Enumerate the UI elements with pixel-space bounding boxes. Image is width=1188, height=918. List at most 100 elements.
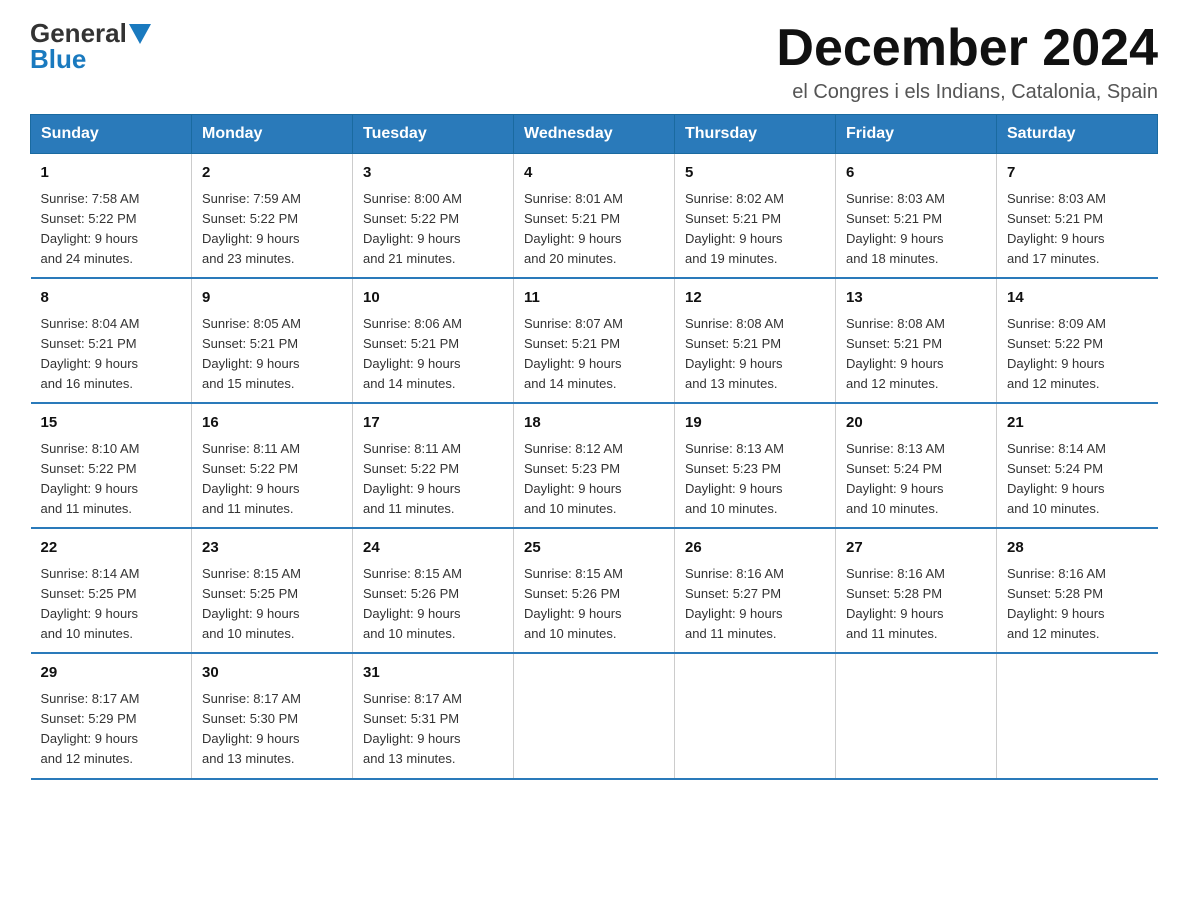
- day-info: Sunrise: 8:03 AMSunset: 5:21 PMDaylight:…: [1007, 189, 1148, 270]
- day-cell: 22 Sunrise: 8:14 AMSunset: 5:25 PMDayligh…: [31, 528, 192, 653]
- day-number: 4: [524, 162, 664, 185]
- day-cell: 14 Sunrise: 8:09 AMSunset: 5:22 PMDayligh…: [997, 278, 1158, 403]
- day-number: 8: [41, 287, 182, 310]
- day-number: 31: [363, 662, 503, 685]
- day-number: 28: [1007, 537, 1148, 560]
- day-info: Sunrise: 8:05 AMSunset: 5:21 PMDaylight:…: [202, 314, 342, 395]
- week-row-5: 29 Sunrise: 8:17 AMSunset: 5:29 PMDayligh…: [31, 653, 1158, 778]
- day-cell: 9Sunrise: 8:05 AMSunset: 5:21 PMDaylight…: [192, 278, 353, 403]
- day-cell: 31 Sunrise: 8:17 AMSunset: 5:31 PMDayligh…: [353, 653, 514, 778]
- month-title: December 2024: [776, 20, 1158, 77]
- day-number: 30: [202, 662, 342, 685]
- day-number: 14: [1007, 287, 1148, 310]
- day-cell: 15Sunrise: 8:10 AMSunset: 5:22 PMDayligh…: [31, 403, 192, 528]
- day-cell: 19Sunrise: 8:13 AMSunset: 5:23 PMDayligh…: [675, 403, 836, 528]
- calendar-table: SundayMondayTuesdayWednesdayThursdayFrid…: [30, 114, 1158, 779]
- day-cell: 3 Sunrise: 8:00 AMSunset: 5:22 PMDaylight…: [353, 154, 514, 279]
- day-cell: [514, 653, 675, 778]
- day-number: 16: [202, 412, 342, 435]
- day-number: 21: [1007, 412, 1148, 435]
- day-info: Sunrise: 8:11 AMSunset: 5:22 PMDaylight:…: [363, 439, 503, 520]
- day-number: 5: [685, 162, 825, 185]
- day-cell: [836, 653, 997, 778]
- day-cell: 11 Sunrise: 8:07 AMSunset: 5:21 PMDayligh…: [514, 278, 675, 403]
- day-info: Sunrise: 8:16 AMSunset: 5:28 PMDaylight:…: [1007, 564, 1148, 645]
- header-row: SundayMondayTuesdayWednesdayThursdayFrid…: [31, 115, 1158, 154]
- day-cell: 12Sunrise: 8:08 AMSunset: 5:21 PMDayligh…: [675, 278, 836, 403]
- day-cell: 8Sunrise: 8:04 AMSunset: 5:21 PMDaylight…: [31, 278, 192, 403]
- day-cell: 7 Sunrise: 8:03 AMSunset: 5:21 PMDaylight…: [997, 154, 1158, 279]
- day-cell: 1 Sunrise: 7:58 AMSunset: 5:22 PMDaylight…: [31, 154, 192, 279]
- logo: General Blue: [30, 20, 151, 72]
- day-info: Sunrise: 8:01 AMSunset: 5:21 PMDaylight:…: [524, 189, 664, 270]
- day-number: 2: [202, 162, 342, 185]
- day-info: Sunrise: 8:02 AMSunset: 5:21 PMDaylight:…: [685, 189, 825, 270]
- day-cell: 2 Sunrise: 7:59 AMSunset: 5:22 PMDaylight…: [192, 154, 353, 279]
- day-cell: 4 Sunrise: 8:01 AMSunset: 5:21 PMDaylight…: [514, 154, 675, 279]
- logo-blue-text: Blue: [30, 46, 86, 72]
- day-info: Sunrise: 8:14 AMSunset: 5:24 PMDaylight:…: [1007, 439, 1148, 520]
- day-number: 15: [41, 412, 182, 435]
- day-info: Sunrise: 8:15 AMSunset: 5:26 PMDaylight:…: [363, 564, 503, 645]
- header-cell-wednesday: Wednesday: [514, 115, 675, 154]
- week-row-2: 8Sunrise: 8:04 AMSunset: 5:21 PMDaylight…: [31, 278, 1158, 403]
- day-cell: 13 Sunrise: 8:08 AMSunset: 5:21 PMDayligh…: [836, 278, 997, 403]
- day-info: Sunrise: 8:16 AMSunset: 5:27 PMDaylight:…: [685, 564, 825, 645]
- logo-general-text: General: [30, 20, 127, 46]
- day-info: Sunrise: 8:17 AMSunset: 5:31 PMDaylight:…: [363, 689, 503, 770]
- day-cell: 27 Sunrise: 8:16 AMSunset: 5:28 PMDayligh…: [836, 528, 997, 653]
- week-row-4: 22 Sunrise: 8:14 AMSunset: 5:25 PMDayligh…: [31, 528, 1158, 653]
- logo-triangle-icon: [129, 24, 151, 44]
- day-info: Sunrise: 8:06 AMSunset: 5:21 PMDaylight:…: [363, 314, 503, 395]
- day-cell: 20 Sunrise: 8:13 AMSunset: 5:24 PMDayligh…: [836, 403, 997, 528]
- day-info: Sunrise: 8:00 AMSunset: 5:22 PMDaylight:…: [363, 189, 503, 270]
- day-number: 13: [846, 287, 986, 310]
- day-cell: 23 Sunrise: 8:15 AMSunset: 5:25 PMDayligh…: [192, 528, 353, 653]
- day-number: 25: [524, 537, 664, 560]
- header-cell-tuesday: Tuesday: [353, 115, 514, 154]
- day-cell: 17Sunrise: 8:11 AMSunset: 5:22 PMDayligh…: [353, 403, 514, 528]
- day-number: 22: [41, 537, 182, 560]
- day-number: 23: [202, 537, 342, 560]
- day-number: 24: [363, 537, 503, 560]
- day-info: Sunrise: 8:15 AMSunset: 5:26 PMDaylight:…: [524, 564, 664, 645]
- day-cell: 26 Sunrise: 8:16 AMSunset: 5:27 PMDayligh…: [675, 528, 836, 653]
- week-row-1: 1 Sunrise: 7:58 AMSunset: 5:22 PMDaylight…: [31, 154, 1158, 279]
- day-info: Sunrise: 8:12 AMSunset: 5:23 PMDaylight:…: [524, 439, 664, 520]
- location-subtitle: el Congres i els Indians, Catalonia, Spa…: [776, 81, 1158, 104]
- day-info: Sunrise: 8:16 AMSunset: 5:28 PMDaylight:…: [846, 564, 986, 645]
- day-info: Sunrise: 7:58 AMSunset: 5:22 PMDaylight:…: [41, 189, 182, 270]
- day-info: Sunrise: 8:13 AMSunset: 5:24 PMDaylight:…: [846, 439, 986, 520]
- day-number: 6: [846, 162, 986, 185]
- day-number: 29: [41, 662, 182, 685]
- day-cell: [675, 653, 836, 778]
- day-number: 3: [363, 162, 503, 185]
- day-cell: 24 Sunrise: 8:15 AMSunset: 5:26 PMDayligh…: [353, 528, 514, 653]
- day-number: 7: [1007, 162, 1148, 185]
- day-cell: 29 Sunrise: 8:17 AMSunset: 5:29 PMDayligh…: [31, 653, 192, 778]
- day-info: Sunrise: 8:15 AMSunset: 5:25 PMDaylight:…: [202, 564, 342, 645]
- day-number: 18: [524, 412, 664, 435]
- day-number: 20: [846, 412, 986, 435]
- header-cell-thursday: Thursday: [675, 115, 836, 154]
- title-area: December 2024 el Congres i els Indians, …: [776, 20, 1158, 104]
- day-info: Sunrise: 8:14 AMSunset: 5:25 PMDaylight:…: [41, 564, 182, 645]
- day-info: Sunrise: 8:17 AMSunset: 5:29 PMDaylight:…: [41, 689, 182, 770]
- day-number: 11: [524, 287, 664, 310]
- day-cell: 30Sunrise: 8:17 AMSunset: 5:30 PMDayligh…: [192, 653, 353, 778]
- day-cell: 25 Sunrise: 8:15 AMSunset: 5:26 PMDayligh…: [514, 528, 675, 653]
- day-info: Sunrise: 8:07 AMSunset: 5:21 PMDaylight:…: [524, 314, 664, 395]
- day-info: Sunrise: 7:59 AMSunset: 5:22 PMDaylight:…: [202, 189, 342, 270]
- header-cell-friday: Friday: [836, 115, 997, 154]
- day-cell: 10Sunrise: 8:06 AMSunset: 5:21 PMDayligh…: [353, 278, 514, 403]
- day-info: Sunrise: 8:08 AMSunset: 5:21 PMDaylight:…: [846, 314, 986, 395]
- day-number: 1: [41, 162, 182, 185]
- day-info: Sunrise: 8:08 AMSunset: 5:21 PMDaylight:…: [685, 314, 825, 395]
- page-header: General Blue December 2024 el Congres i …: [30, 20, 1158, 104]
- day-number: 26: [685, 537, 825, 560]
- header-cell-saturday: Saturday: [997, 115, 1158, 154]
- day-number: 27: [846, 537, 986, 560]
- day-info: Sunrise: 8:09 AMSunset: 5:22 PMDaylight:…: [1007, 314, 1148, 395]
- day-info: Sunrise: 8:11 AMSunset: 5:22 PMDaylight:…: [202, 439, 342, 520]
- day-info: Sunrise: 8:13 AMSunset: 5:23 PMDaylight:…: [685, 439, 825, 520]
